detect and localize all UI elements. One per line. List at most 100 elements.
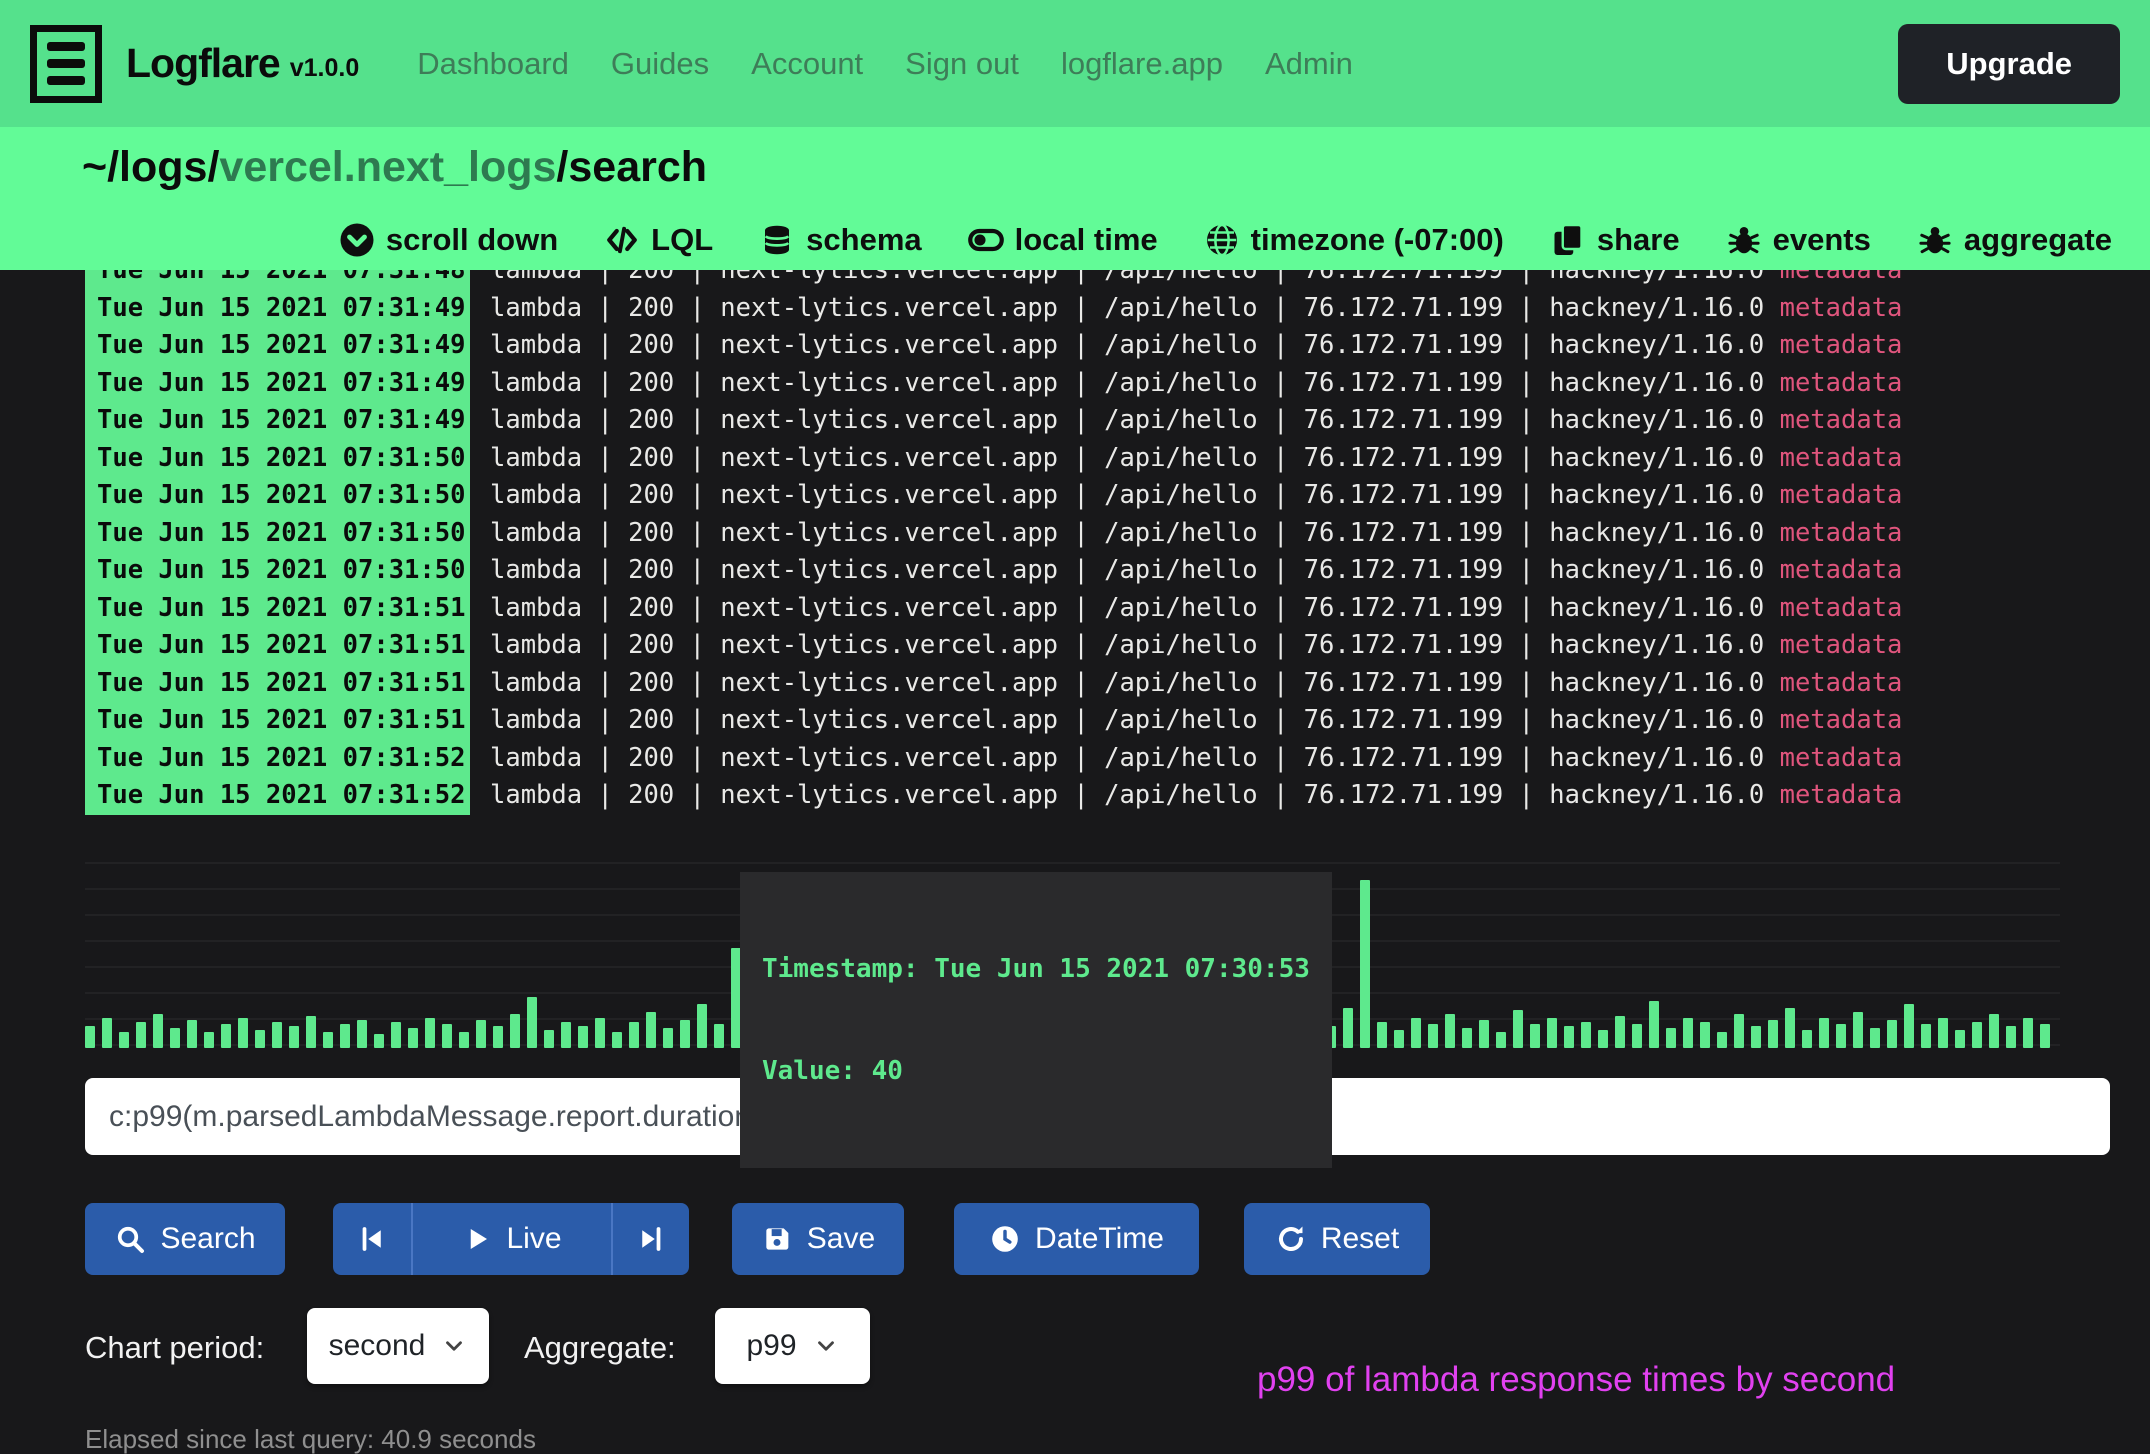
chart-bar <box>1513 1010 1523 1048</box>
chart-bar <box>221 1024 231 1048</box>
metadata-link[interactable]: metadata <box>1780 518 1903 548</box>
metadata-link[interactable]: metadata <box>1780 330 1903 360</box>
chart-bar <box>136 1022 146 1048</box>
save-button[interactable]: Save <box>732 1203 904 1275</box>
aggregate-select[interactable]: p99 <box>715 1308 870 1384</box>
log-row[interactable]: Tue Jun 15 2021 07:31:50lambda | 200 | n… <box>85 440 2075 478</box>
log-row-body: lambda | 200 | next-lytics.vercel.app | … <box>490 515 1902 553</box>
chart-bar <box>1853 1012 1863 1048</box>
log-row[interactable]: Tue Jun 15 2021 07:31:52lambda | 200 | n… <box>85 777 2075 815</box>
toolbar-item-schema[interactable]: schema <box>759 222 921 258</box>
toolbar-item-label: schema <box>806 222 921 258</box>
log-row[interactable]: Tue Jun 15 2021 07:31:50 lambda | 200 | n… <box>85 477 2075 515</box>
clock-icon <box>989 1223 1021 1255</box>
metadata-link[interactable]: metadata <box>1780 630 1903 660</box>
log-timestamp: Tue Jun 15 2021 07:31:51 <box>85 590 470 628</box>
toolbar-item-timezone-07-00[interactable]: timezone (-07:00) <box>1204 222 1504 258</box>
log-timestamp: Tue Jun 15 2021 07:31:49 <box>85 402 470 440</box>
logo-bar <box>47 76 85 85</box>
metadata-link[interactable]: metadata <box>1780 293 1903 323</box>
chart-bar <box>425 1018 435 1048</box>
toolbar-item-share[interactable]: share <box>1550 222 1680 258</box>
log-row[interactable]: Tue Jun 15 2021 07:31:49lambda | 200 | n… <box>85 327 2075 365</box>
log-row[interactable]: Tue Jun 15 2021 07:31:51lambda | 200 | n… <box>85 702 2075 740</box>
chart-bar <box>442 1024 452 1048</box>
reset-icon <box>1275 1223 1307 1255</box>
breadcrumb-source[interactable]: vercel.next_logs <box>219 143 556 191</box>
metadata-link[interactable]: metadata <box>1780 593 1903 623</box>
log-row[interactable]: Tue Jun 15 2021 07:31:51lambda | 200 | n… <box>85 590 2075 628</box>
log-row[interactable]: Tue Jun 15 2021 07:31:51lambda | 200 | n… <box>85 665 2075 703</box>
log-row-body: lambda | 200 | next-lytics.vercel.app | … <box>490 477 1902 515</box>
skip-backward-icon <box>357 1224 387 1254</box>
chart-bar <box>1666 1028 1676 1048</box>
chart-bar <box>374 1034 384 1048</box>
log-row[interactable]: Tue Jun 15 2021 07:31:52lambda | 200 | n… <box>85 740 2075 778</box>
datetime-button[interactable]: DateTime <box>954 1203 1199 1275</box>
log-timestamp: Tue Jun 15 2021 07:31:50 <box>85 477 470 515</box>
chart-bar <box>1479 1020 1489 1048</box>
copy-icon <box>1550 222 1586 258</box>
metadata-link[interactable]: metadata <box>1780 443 1903 473</box>
metadata-link[interactable]: metadata <box>1780 405 1903 435</box>
upgrade-button[interactable]: Upgrade <box>1898 24 2120 104</box>
logflare-app: Logflare v1.0.0 DashboardGuidesAccountSi… <box>0 0 2150 1454</box>
live-button[interactable]: Live <box>411 1203 611 1275</box>
log-timestamp: Tue Jun 15 2021 07:31:52 <box>85 777 470 815</box>
chart-bar <box>1343 1008 1353 1048</box>
nav-link-logflare-app[interactable]: logflare.app <box>1061 46 1223 82</box>
tooltip-timestamp-line: Timestamp: Tue Jun 15 2021 07:30:53 <box>762 952 1310 986</box>
chart-bar <box>612 1032 622 1048</box>
bug-icon <box>1726 222 1762 258</box>
chart-bar <box>578 1026 588 1048</box>
metadata-link[interactable]: metadata <box>1780 780 1903 810</box>
nav-link-dashboard[interactable]: Dashboard <box>417 46 569 82</box>
skip-to-end-button[interactable] <box>611 1203 689 1275</box>
chart-bar <box>85 1026 95 1048</box>
top-header: Logflare v1.0.0 DashboardGuidesAccountSi… <box>0 0 2150 127</box>
toolbar-item-scroll-down[interactable]: scroll down <box>339 222 558 258</box>
toolbar-item-label: LQL <box>651 222 713 258</box>
reset-button[interactable]: Reset <box>1244 1203 1430 1275</box>
metadata-link[interactable]: metadata <box>1780 705 1903 735</box>
nav-link-account[interactable]: Account <box>751 46 863 82</box>
metadata-link[interactable]: metadata <box>1780 555 1903 585</box>
chart-bar <box>187 1020 197 1048</box>
metadata-link[interactable]: metadata <box>1780 270 1903 285</box>
tooltip-timestamp-label: Timestamp: <box>762 954 919 984</box>
log-row[interactable]: Tue Jun 15 2021 07:31:51lambda | 200 | n… <box>85 627 2075 665</box>
toolbar-item-events[interactable]: events <box>1726 222 1871 258</box>
log-row-body: lambda | 200 | next-lytics.vercel.app | … <box>490 552 1902 590</box>
logflare-logo-icon[interactable] <box>30 25 102 103</box>
log-row[interactable]: Tue Jun 15 2021 07:31:48lambda | 200 | n… <box>85 270 2075 290</box>
nav-link-guides[interactable]: Guides <box>611 46 709 82</box>
log-row[interactable]: Tue Jun 15 2021 07:31:49lambda | 200 | n… <box>85 365 2075 403</box>
search-button-label: Search <box>160 1222 255 1256</box>
chevron-down-icon <box>441 1333 467 1359</box>
chart-bar <box>1564 1026 1574 1048</box>
search-button[interactable]: Search <box>85 1203 285 1275</box>
log-row[interactable]: Tue Jun 15 2021 07:31:50lambda | 200 | n… <box>85 515 2075 553</box>
log-row-body: lambda | 200 | next-lytics.vercel.app | … <box>490 665 1902 703</box>
metadata-link[interactable]: metadata <box>1780 743 1903 773</box>
skip-to-start-button[interactable] <box>333 1203 411 1275</box>
chart-bar <box>1700 1022 1710 1048</box>
log-timestamp: Tue Jun 15 2021 07:31:49 <box>85 365 470 403</box>
toolbar-item-aggregate[interactable]: aggregate <box>1917 222 2112 258</box>
chart-bar <box>1547 1018 1557 1048</box>
chart-period-select[interactable]: second <box>307 1308 489 1384</box>
logo-bar <box>47 42 85 51</box>
chart-bar <box>1462 1028 1472 1048</box>
metadata-link[interactable]: metadata <box>1780 668 1903 698</box>
log-row[interactable]: Tue Jun 15 2021 07:31:49lambda | 200 | n… <box>85 290 2075 328</box>
logo-bar <box>47 59 85 68</box>
nav-link-admin[interactable]: Admin <box>1265 46 1353 82</box>
log-row[interactable]: Tue Jun 15 2021 07:31:49lambda | 200 | n… <box>85 402 2075 440</box>
log-row[interactable]: Tue Jun 15 2021 07:31:50lambda | 200 | n… <box>85 552 2075 590</box>
nav-link-sign-out[interactable]: Sign out <box>905 46 1019 82</box>
chart-bar <box>1972 1022 1982 1048</box>
toolbar-item-local-time[interactable]: local time <box>968 222 1158 258</box>
metadata-link[interactable]: metadata <box>1780 368 1903 398</box>
metadata-link[interactable]: metadata <box>1780 480 1903 510</box>
toolbar-item-lql[interactable]: LQL <box>604 222 713 258</box>
